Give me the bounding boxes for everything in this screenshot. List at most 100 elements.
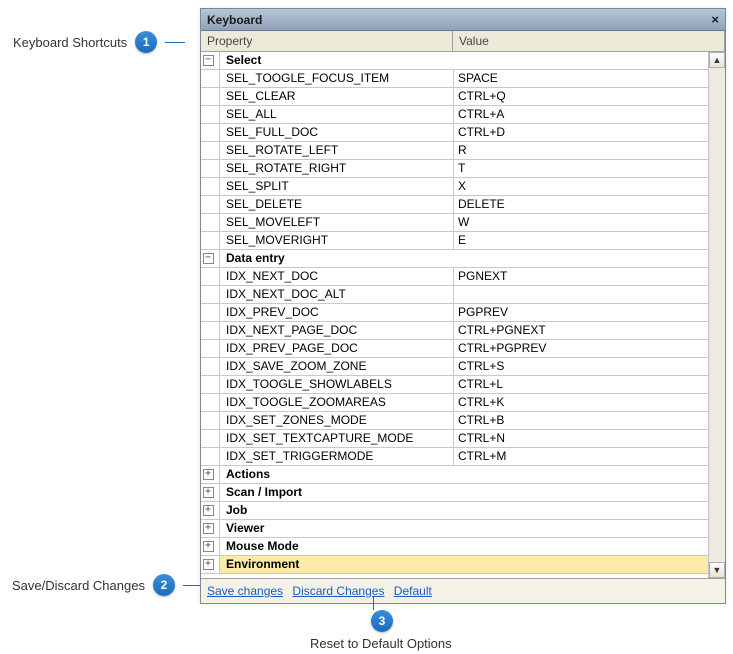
scroll-up-icon[interactable]: ▲ <box>709 52 725 68</box>
save-changes-link[interactable]: Save changes <box>207 584 283 598</box>
property-name: IDX_NEXT_DOC <box>220 268 454 285</box>
property-value[interactable]: T <box>454 160 708 177</box>
property-row[interactable]: SEL_ALLCTRL+A <box>201 106 708 124</box>
expand-icon[interactable]: + <box>201 538 220 555</box>
property-name: IDX_PREV_DOC <box>220 304 454 321</box>
property-name: IDX_NEXT_DOC_ALT <box>220 286 454 303</box>
property-name: SEL_ALL <box>220 106 454 123</box>
property-value[interactable]: PGPREV <box>454 304 708 321</box>
property-row[interactable]: IDX_SET_ZONES_MODECTRL+B <box>201 412 708 430</box>
property-row[interactable]: IDX_TOOGLE_ZOOMAREASCTRL+K <box>201 394 708 412</box>
default-link[interactable]: Default <box>394 584 432 598</box>
collapse-icon[interactable]: − <box>201 52 220 69</box>
property-value[interactable]: E <box>454 232 708 249</box>
property-value[interactable]: CTRL+S <box>454 358 708 375</box>
expand-icon[interactable]: + <box>201 466 220 483</box>
property-value[interactable] <box>454 286 708 303</box>
property-row[interactable]: IDX_NEXT_DOC_ALT <box>201 286 708 304</box>
window-title: Keyboard <box>207 13 262 27</box>
property-row[interactable]: SEL_MOVELEFTW <box>201 214 708 232</box>
callout-1: 1 <box>135 31 157 53</box>
vertical-scrollbar[interactable]: ▲ ▼ <box>708 52 725 578</box>
expand-icon[interactable]: + <box>201 484 220 501</box>
property-name: SEL_FULL_DOC <box>220 124 454 141</box>
property-name: SEL_DELETE <box>220 196 454 213</box>
group-label: Select <box>220 52 708 69</box>
property-grid[interactable]: −SelectSEL_TOOGLE_FOCUS_ITEMSPACESEL_CLE… <box>201 52 708 578</box>
expand-icon[interactable]: + <box>201 520 220 537</box>
property-value[interactable]: CTRL+D <box>454 124 708 141</box>
property-row[interactable]: IDX_TOOGLE_SHOWLABELSCTRL+L <box>201 376 708 394</box>
property-row[interactable]: SEL_CLEARCTRL+Q <box>201 88 708 106</box>
header-property[interactable]: Property <box>201 31 453 51</box>
property-name: SEL_TOOGLE_FOCUS_ITEM <box>220 70 454 87</box>
expand-icon[interactable]: + <box>201 556 220 573</box>
group-header[interactable]: +Scan / Import <box>201 484 708 502</box>
property-row[interactable]: IDX_SAVE_ZOOM_ZONECTRL+S <box>201 358 708 376</box>
property-row[interactable]: IDX_NEXT_PAGE_DOCCTRL+PGNEXT <box>201 322 708 340</box>
callout-2: 2 <box>153 574 175 596</box>
property-row[interactable]: SEL_SPLITX <box>201 178 708 196</box>
property-row[interactable]: IDX_NEXT_DOCPGNEXT <box>201 268 708 286</box>
property-row[interactable]: IDX_SET_TRIGGERMODECTRL+M <box>201 448 708 466</box>
discard-changes-link[interactable]: Discard Changes <box>292 584 384 598</box>
property-row[interactable]: SEL_TOOGLE_FOCUS_ITEMSPACE <box>201 70 708 88</box>
property-name: IDX_SET_TEXTCAPTURE_MODE <box>220 430 454 447</box>
property-value[interactable]: W <box>454 214 708 231</box>
group-label: Environment <box>220 556 708 573</box>
property-name: SEL_ROTATE_LEFT <box>220 142 454 159</box>
property-name: IDX_PREV_PAGE_DOC <box>220 340 454 357</box>
property-name: IDX_NEXT_PAGE_DOC <box>220 322 454 339</box>
property-value[interactable]: CTRL+A <box>454 106 708 123</box>
property-row[interactable]: SEL_ROTATE_LEFTR <box>201 142 708 160</box>
expand-icon[interactable]: + <box>201 502 220 519</box>
property-value[interactable]: CTRL+PGNEXT <box>454 322 708 339</box>
property-value[interactable]: CTRL+M <box>454 448 708 465</box>
property-name: IDX_SET_ZONES_MODE <box>220 412 454 429</box>
header-value[interactable]: Value <box>453 31 725 51</box>
annotation-1-text: Keyboard Shortcuts <box>13 35 127 50</box>
group-header[interactable]: −Select <box>201 52 708 70</box>
property-row[interactable]: SEL_ROTATE_RIGHTT <box>201 160 708 178</box>
property-value[interactable]: CTRL+B <box>454 412 708 429</box>
property-value[interactable]: SPACE <box>454 70 708 87</box>
property-name: IDX_SAVE_ZOOM_ZONE <box>220 358 454 375</box>
property-name: SEL_ROTATE_RIGHT <box>220 160 454 177</box>
scroll-down-icon[interactable]: ▼ <box>709 562 725 578</box>
property-value[interactable]: DELETE <box>454 196 708 213</box>
property-value[interactable]: CTRL+N <box>454 430 708 447</box>
callout-3: 3 <box>371 610 393 632</box>
group-header[interactable]: +Actions <box>201 466 708 484</box>
group-label: Scan / Import <box>220 484 708 501</box>
group-header[interactable]: −Data entry <box>201 250 708 268</box>
collapse-icon[interactable]: − <box>201 250 220 267</box>
keyboard-settings-window: Keyboard × Property Value −SelectSEL_TOO… <box>200 8 726 604</box>
footer-bar: Save changes Discard Changes Default <box>201 578 725 603</box>
property-name: IDX_SET_TRIGGERMODE <box>220 448 454 465</box>
group-label: Actions <box>220 466 708 483</box>
property-value[interactable]: CTRL+Q <box>454 88 708 105</box>
property-row[interactable]: SEL_MOVERIGHTE <box>201 232 708 250</box>
property-name: SEL_MOVELEFT <box>220 214 454 231</box>
group-header[interactable]: +Environment <box>201 556 708 574</box>
property-value[interactable]: CTRL+L <box>454 376 708 393</box>
column-headers: Property Value <box>201 31 725 52</box>
property-row[interactable]: SEL_DELETEDELETE <box>201 196 708 214</box>
property-value[interactable]: R <box>454 142 708 159</box>
property-value[interactable]: PGNEXT <box>454 268 708 285</box>
property-row[interactable]: IDX_SET_TEXTCAPTURE_MODECTRL+N <box>201 430 708 448</box>
close-icon[interactable]: × <box>711 12 719 27</box>
group-label: Viewer <box>220 520 708 537</box>
property-row[interactable]: IDX_PREV_PAGE_DOCCTRL+PGPREV <box>201 340 708 358</box>
property-value[interactable]: CTRL+PGPREV <box>454 340 708 357</box>
group-header[interactable]: +Mouse Mode <box>201 538 708 556</box>
titlebar: Keyboard × <box>201 9 725 31</box>
annotation-2-text: Save/Discard Changes <box>12 578 145 593</box>
group-header[interactable]: +Viewer <box>201 520 708 538</box>
property-name: SEL_CLEAR <box>220 88 454 105</box>
property-value[interactable]: CTRL+K <box>454 394 708 411</box>
property-row[interactable]: SEL_FULL_DOCCTRL+D <box>201 124 708 142</box>
property-row[interactable]: IDX_PREV_DOCPGPREV <box>201 304 708 322</box>
group-header[interactable]: +Job <box>201 502 708 520</box>
property-value[interactable]: X <box>454 178 708 195</box>
